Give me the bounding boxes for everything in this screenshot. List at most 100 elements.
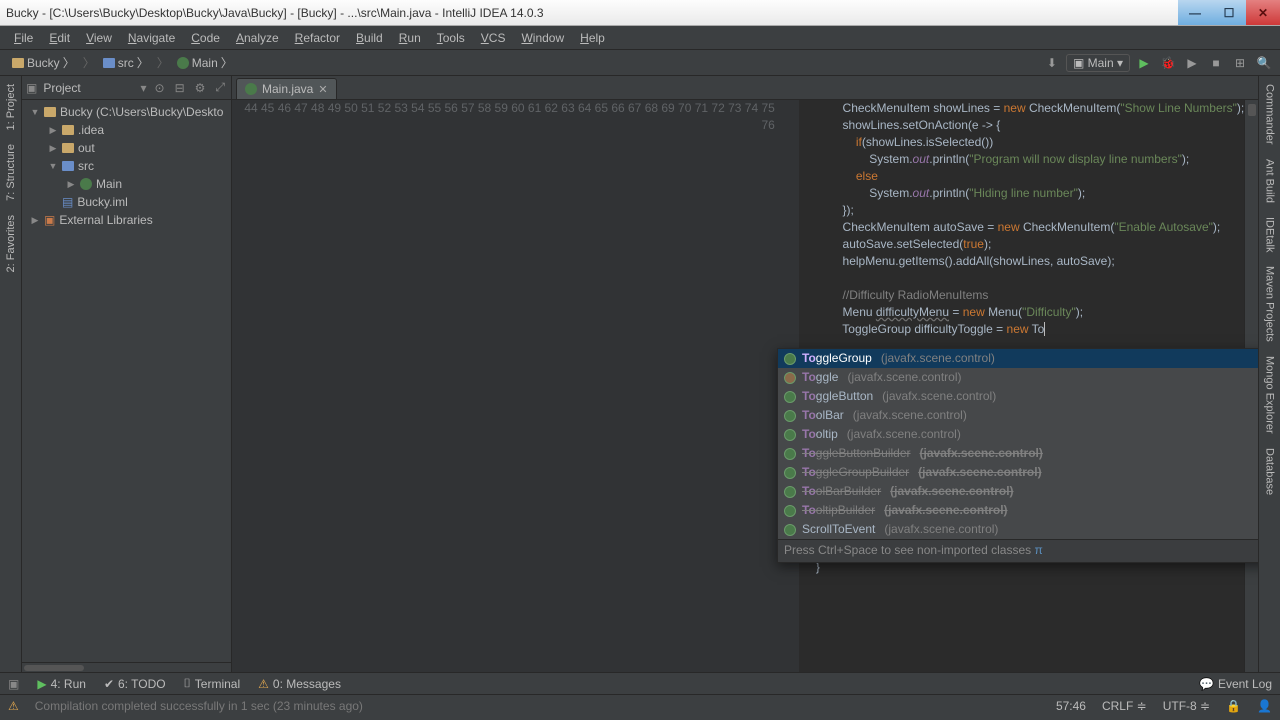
right-tab-mavenprojects[interactable]: Maven Projects — [1262, 262, 1278, 346]
completion-hint: Press Ctrl+Space to see non-imported cla… — [778, 539, 1258, 562]
project-view-dropdown[interactable]: ▾ — [140, 81, 146, 95]
right-tab-mongoexplorer[interactable]: Mongo Explorer — [1262, 352, 1278, 438]
nav-toolbar: Bucky〉〉src〉〉Main〉 ⬇ ▣ Main ▾ ▶ 🐞 ▶ ■ ⊞ 🔍 — [0, 50, 1280, 76]
right-tab-antbuild[interactable]: Ant Build — [1262, 155, 1278, 207]
right-tab-idetalk[interactable]: IDEtalk — [1262, 213, 1278, 256]
debug-icon[interactable]: 🐞 — [1158, 53, 1178, 73]
editor: Main.java ✕ 44 45 46 47 48 49 50 51 52 5… — [232, 76, 1258, 672]
tree-item[interactable]: ▶▣External Libraries — [26, 211, 227, 229]
menu-file[interactable]: File — [8, 29, 39, 47]
terminal-tool-button[interactable]: ⌷Terminal — [184, 676, 241, 691]
completion-item[interactable]: TooltipBuilder (javafx.scene.control) — [778, 501, 1258, 520]
file-tab-label: Main.java — [262, 82, 313, 96]
window-controls: — ☐ ✕ — [1178, 0, 1280, 25]
window-maximize-button[interactable]: ☐ — [1212, 0, 1246, 25]
window-minimize-button[interactable]: — — [1178, 0, 1212, 25]
completion-item[interactable]: ToolBar (javafx.scene.control) — [778, 406, 1258, 425]
editor-tabs: Main.java ✕ — [232, 76, 1258, 100]
project-tree[interactable]: ▼Bucky (C:\Users\Bucky\Deskto▶.idea▶out▼… — [22, 100, 231, 232]
file-tab-main[interactable]: Main.java ✕ — [236, 78, 337, 99]
menu-navigate[interactable]: Navigate — [122, 29, 181, 47]
project-panel: ▣ Project ▾ ⊙ ⊟ ⚙ ⤢ ▼Bucky (C:\Users\Buc… — [22, 76, 232, 672]
menu-run[interactable]: Run — [393, 29, 427, 47]
coverage-icon[interactable]: ▶ — [1182, 53, 1202, 73]
caret-position: 57:46 — [1056, 699, 1086, 713]
completion-item[interactable]: ScrollToEvent (javafx.scene.control) — [778, 520, 1258, 539]
right-tab-database[interactable]: Database — [1262, 444, 1278, 499]
line-separator[interactable]: CRLF ≑ — [1102, 699, 1147, 713]
project-panel-title: Project — [43, 81, 134, 95]
left-tab-project[interactable]: 1: Project — [3, 80, 19, 134]
run-tool-button[interactable]: ▶4: Run — [37, 677, 86, 691]
right-tab-commander[interactable]: Commander — [1262, 80, 1278, 149]
hide-panel-icon[interactable]: ⤢ — [213, 80, 227, 95]
messages-tool-button[interactable]: ⚠0: Messages — [258, 677, 341, 691]
window-title: Bucky - [C:\Users\Bucky\Desktop\Bucky\Ja… — [6, 6, 544, 20]
completion-item[interactable]: ToggleGroup (javafx.scene.control) — [778, 349, 1258, 368]
tree-item[interactable]: ▼src — [26, 157, 227, 175]
status-warn-icon[interactable]: ⚠ — [8, 699, 19, 713]
run-icon[interactable]: ▶ — [1134, 53, 1154, 73]
menu-analyze[interactable]: Analyze — [230, 29, 285, 47]
window-close-button[interactable]: ✕ — [1246, 0, 1280, 25]
search-icon[interactable]: 🔍 — [1254, 53, 1274, 73]
event-log-button[interactable]: 💬Event Log — [1199, 677, 1272, 691]
code-completion-popup[interactable]: ToggleGroup (javafx.scene.control)Toggle… — [777, 348, 1258, 563]
code-area[interactable]: 44 45 46 47 48 49 50 51 52 53 54 55 56 5… — [232, 100, 1258, 672]
stop-icon[interactable]: ■ — [1206, 53, 1226, 73]
tool-window-icon[interactable]: ▣ — [8, 677, 19, 691]
right-tool-tabs: Commander Ant Build IDEtalk Maven Projects M… — [1258, 76, 1280, 672]
project-panel-header: ▣ Project ▾ ⊙ ⊟ ⚙ ⤢ — [22, 76, 231, 100]
menubar: FileEditViewNavigateCodeAnalyzeRefactorB… — [0, 26, 1280, 50]
window-titlebar: Bucky - [C:\Users\Bucky\Desktop\Bucky\Ja… — [0, 0, 1280, 26]
workspace: 1: Project 7: Structure 2: Favorites ▣ Pro… — [0, 76, 1280, 672]
menu-refactor[interactable]: Refactor — [289, 29, 346, 47]
tree-item[interactable]: ▼Bucky (C:\Users\Bucky\Deskto — [26, 103, 227, 121]
todo-tool-button[interactable]: ✔6: TODO — [104, 677, 166, 691]
menu-code[interactable]: Code — [185, 29, 226, 47]
close-tab-icon[interactable]: ✕ — [318, 83, 327, 96]
line-gutter: 44 45 46 47 48 49 50 51 52 53 54 55 56 5… — [232, 100, 783, 672]
toolbar-icons: ⬇ ▣ Main ▾ ▶ 🐞 ▶ ■ ⊞ 🔍 — [1042, 53, 1274, 73]
tree-item[interactable]: ▤Bucky.iml — [26, 193, 227, 211]
completion-item[interactable]: ToggleGroupBuilder (javafx.scene.control… — [778, 463, 1258, 482]
menu-build[interactable]: Build — [350, 29, 389, 47]
menu-tools[interactable]: Tools — [431, 29, 471, 47]
breadcrumb-src[interactable]: src〉 — [97, 53, 155, 72]
statusbar: ⚠ Compilation completed successfully in … — [0, 694, 1280, 716]
status-message: Compilation completed successfully in 1 … — [35, 699, 363, 713]
menu-edit[interactable]: Edit — [43, 29, 76, 47]
java-icon — [245, 83, 257, 95]
completion-item[interactable]: Tooltip (javafx.scene.control) — [778, 425, 1258, 444]
run-config-select[interactable]: ▣ Main ▾ — [1066, 54, 1130, 72]
collapse-all-icon[interactable]: ⊟ — [173, 81, 187, 95]
tree-item[interactable]: ▶Main — [26, 175, 227, 193]
menu-window[interactable]: Window — [515, 29, 570, 47]
left-tab-structure[interactable]: 7: Structure — [3, 140, 19, 205]
structure-icon[interactable]: ⊞ — [1230, 53, 1250, 73]
breadcrumb-bucky[interactable]: Bucky〉 — [6, 53, 81, 72]
left-tool-tabs: 1: Project 7: Structure 2: Favorites — [0, 76, 22, 672]
completion-item[interactable]: ToggleButton (javafx.scene.control) — [778, 387, 1258, 406]
completion-item[interactable]: Toggle (javafx.scene.control) — [778, 368, 1258, 387]
pi-icon: π — [1034, 543, 1042, 557]
project-icon: ▣ — [26, 81, 37, 95]
breadcrumb: Bucky〉〉src〉〉Main〉 — [6, 53, 239, 72]
tree-item[interactable]: ▶.idea — [26, 121, 227, 139]
make-icon[interactable]: ⬇ — [1042, 53, 1062, 73]
menu-vcs[interactable]: VCS — [475, 29, 512, 47]
gear-icon[interactable]: ⚙ — [193, 81, 208, 95]
menu-help[interactable]: Help — [574, 29, 611, 47]
breadcrumb-main[interactable]: Main〉 — [171, 53, 239, 72]
bottom-tool-buttons: ▣ ▶4: Run ✔6: TODO ⌷Terminal ⚠0: Message… — [0, 672, 1280, 694]
hector-icon[interactable]: 👤 — [1257, 699, 1272, 713]
menu-view[interactable]: View — [80, 29, 118, 47]
project-hscroll[interactable] — [22, 662, 231, 672]
tree-item[interactable]: ▶out — [26, 139, 227, 157]
readonly-lock-icon[interactable]: 🔒 — [1226, 699, 1241, 713]
file-encoding[interactable]: UTF-8 ≑ — [1163, 699, 1210, 713]
completion-item[interactable]: ToolBarBuilder (javafx.scene.control) — [778, 482, 1258, 501]
scroll-from-source-icon[interactable]: ⊙ — [153, 81, 167, 95]
left-tab-favorites[interactable]: 2: Favorites — [3, 211, 19, 276]
completion-item[interactable]: ToggleButtonBuilder (javafx.scene.contro… — [778, 444, 1258, 463]
